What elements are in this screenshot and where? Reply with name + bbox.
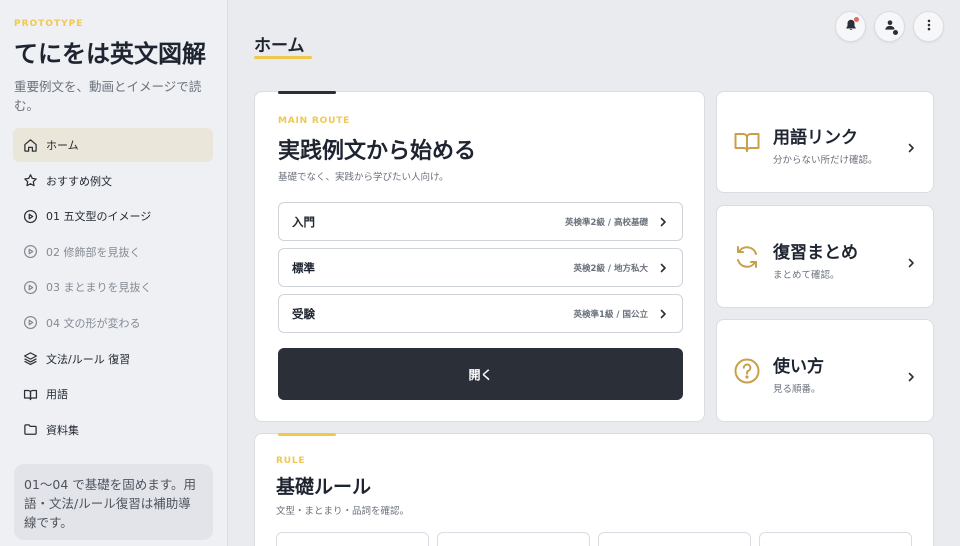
main-route-eyebrow: MAIN ROUTE <box>278 116 351 126</box>
sidebar-item-label: 01 五文型のイメージ <box>46 210 152 224</box>
user-status-dot <box>892 29 899 36</box>
rule-eyebrow: RULE <box>276 456 306 466</box>
rule-item-card[interactable] <box>759 532 912 546</box>
play-circle-icon <box>23 315 38 330</box>
layers-icon <box>23 351 38 366</box>
home-icon <box>23 138 38 153</box>
route-meta: 英検2級 / 地方私大 <box>573 263 648 274</box>
rule-item-card[interactable] <box>437 532 590 546</box>
app-title: てにをは英文図解 <box>14 40 206 68</box>
card-tab-accent <box>278 91 336 94</box>
rule-description: 文型・まとまり・品詞を確認。 <box>276 506 410 517</box>
sidebar-item-recommended[interactable]: おすすめ例文 <box>13 164 213 198</box>
review-summary-card[interactable]: 復習まとめ まとめて確認。 <box>716 205 934 308</box>
terms-link-card[interactable]: 用語リンク 分からない所だけ確認。 <box>716 91 934 193</box>
rule-item-card[interactable] <box>598 532 751 546</box>
sidebar-item-chapter-03[interactable]: 03 まとまりを見抜く <box>13 270 213 304</box>
basic-rule-card: RULE 基礎ルール 文型・まとまり・品詞を確認。 <box>254 433 934 546</box>
route-row-exam[interactable]: 受験 英検準1級 / 国公立 <box>278 294 683 333</box>
notifications-button[interactable] <box>835 11 866 42</box>
sidebar-item-grammar-review[interactable]: 文法/ルール 復習 <box>13 342 213 376</box>
star-icon <box>23 173 38 188</box>
route-meta: 英検準1級 / 国公立 <box>573 309 648 320</box>
sidebar-item-terms[interactable]: 用語 <box>13 377 213 411</box>
route-label: 標準 <box>292 260 315 275</box>
sidebar-item-home[interactable]: ホーム <box>13 128 213 162</box>
side-card-description: 見る順番。 <box>773 384 821 395</box>
sidebar-item-label: 文法/ルール 復習 <box>46 352 131 366</box>
user-button[interactable] <box>874 11 905 42</box>
sidebar-item-label: 04 文の形が変わる <box>46 316 141 330</box>
side-card-title: 復習まとめ <box>773 243 858 263</box>
open-button[interactable]: 開く <box>278 348 683 400</box>
how-to-use-card[interactable]: 使い方 見る順番。 <box>716 319 934 422</box>
main-route-heading: 実践例文から始める <box>278 139 477 164</box>
rule-item-card[interactable] <box>276 532 429 546</box>
route-label: 入門 <box>292 214 315 229</box>
book-icon <box>23 387 38 402</box>
side-card-title: 用語リンク <box>773 128 858 148</box>
play-circle-icon <box>23 209 38 224</box>
book-open-icon <box>733 128 761 156</box>
route-row-standard[interactable]: 標準 英検2級 / 地方私大 <box>278 248 683 287</box>
sidebar-item-chapter-01[interactable]: 01 五文型のイメージ <box>13 199 213 233</box>
sidebar-item-label: 02 修飾部を見抜く <box>46 245 141 259</box>
chevron-right-icon <box>658 309 668 319</box>
chevron-right-icon <box>658 217 668 227</box>
app-subtitle: 重要例文を、動画とイメージで読む。 <box>14 79 202 113</box>
route-row-beginner[interactable]: 入門 英検準2級 / 高校基礎 <box>278 202 683 241</box>
sidebar-item-label: ホーム <box>46 139 79 152</box>
chevron-right-icon <box>906 253 916 268</box>
chevron-right-icon <box>906 367 916 382</box>
more-vertical-icon <box>922 17 936 36</box>
sidebar-note: 01〜04 で基礎を固めます。用語・文法/ルール復習は補助導線です。 <box>14 464 213 540</box>
sidebar-nav: ホーム おすすめ例文 01 五文型のイメージ 02 修飾部を見抜く 03 まとま… <box>13 128 213 448</box>
sidebar: PROTOTYPE てにをは英文図解 重要例文を、動画とイメージで読む。 ホーム… <box>0 0 228 546</box>
side-card-description: まとめて確認。 <box>773 270 840 281</box>
route-meta: 英検準2級 / 高校基礎 <box>565 217 648 228</box>
main-route-description: 基礎でなく、実践から学びたい人向け。 <box>278 172 449 183</box>
side-card-description: 分からない所だけ確認。 <box>773 155 878 166</box>
play-circle-icon <box>23 244 38 259</box>
more-menu-button[interactable] <box>913 11 944 42</box>
folder-icon <box>23 422 38 437</box>
route-label: 受験 <box>292 306 315 321</box>
help-circle-icon <box>733 357 761 385</box>
sidebar-item-materials[interactable]: 資料集 <box>13 413 213 447</box>
sidebar-item-chapter-02[interactable]: 02 修飾部を見抜く <box>13 235 213 269</box>
play-circle-icon <box>23 280 38 295</box>
refresh-icon <box>733 243 761 271</box>
card-tab-accent <box>278 433 336 436</box>
sidebar-item-label: 用語 <box>46 388 68 402</box>
brand-tag: PROTOTYPE <box>14 19 84 29</box>
rule-heading: 基礎ルール <box>276 476 372 498</box>
chevron-right-icon <box>906 138 916 153</box>
sidebar-item-chapter-04[interactable]: 04 文の形が変わる <box>13 306 213 340</box>
side-card-title: 使い方 <box>773 357 824 377</box>
notification-dot <box>854 17 859 22</box>
sidebar-item-label: 03 まとまりを見抜く <box>46 281 152 295</box>
page-title: ホーム <box>254 36 305 56</box>
title-underline <box>254 56 312 59</box>
sidebar-item-label: 資料集 <box>46 423 79 437</box>
sidebar-item-label: おすすめ例文 <box>46 174 112 188</box>
main-route-card: MAIN ROUTE 実践例文から始める 基礎でなく、実践から学びたい人向け。 … <box>254 91 705 422</box>
chevron-right-icon <box>658 263 668 273</box>
